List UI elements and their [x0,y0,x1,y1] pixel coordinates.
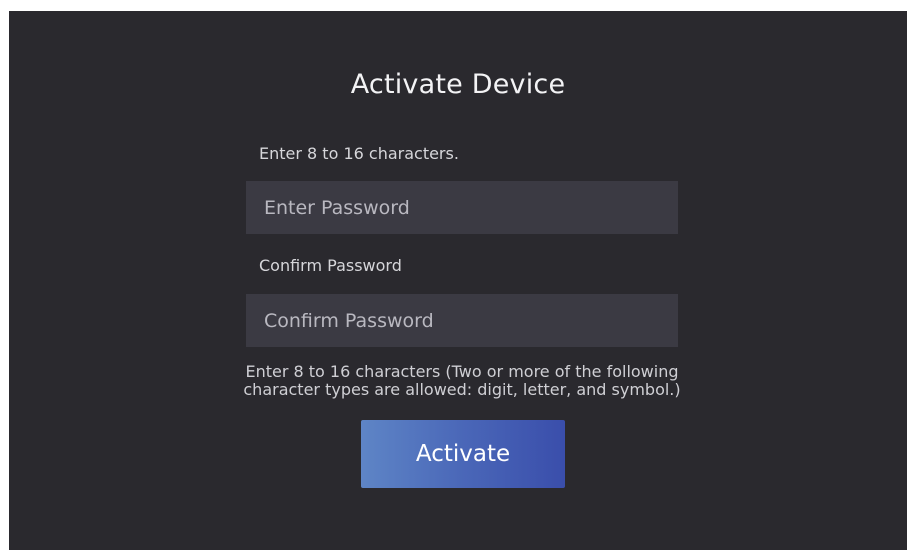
password-requirement-label: Enter 8 to 16 characters. [259,144,459,163]
page-title: Activate Device [350,69,566,100]
activation-screen: Activate Device Enter 8 to 16 characters… [9,11,907,550]
activate-button[interactable]: Activate [361,420,565,488]
password-hint-line-1: Enter 8 to 16 characters (Two or more of… [245,362,679,381]
password-hint: Enter 8 to 16 characters (Two or more of… [9,363,907,399]
confirm-password-input[interactable] [246,294,678,347]
password-hint-line-2: character types are allowed: digit, lett… [243,380,681,399]
confirm-password-label: Confirm Password [259,256,402,275]
password-input[interactable] [246,181,678,234]
